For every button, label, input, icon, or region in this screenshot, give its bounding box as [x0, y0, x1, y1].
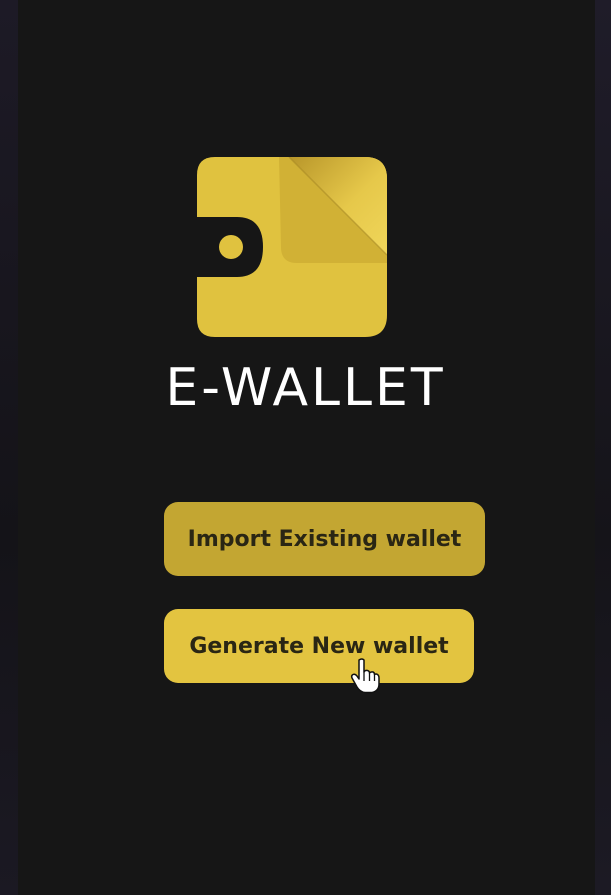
- main-panel: [18, 0, 595, 895]
- hand-pointer-icon: [350, 658, 380, 694]
- app-title: E-WALLET: [165, 358, 446, 418]
- import-wallet-label: Import Existing wallet: [187, 526, 462, 552]
- generate-wallet-button[interactable]: Generate New wallet: [164, 609, 474, 683]
- app-window: E-WALLET Import Existing wallet Generate…: [0, 0, 611, 895]
- left-edge: [0, 0, 18, 895]
- wallet-icon: [197, 157, 387, 337]
- generate-wallet-label: Generate New wallet: [189, 633, 449, 659]
- import-wallet-button[interactable]: Import Existing wallet: [164, 502, 485, 576]
- right-edge: [595, 0, 611, 895]
